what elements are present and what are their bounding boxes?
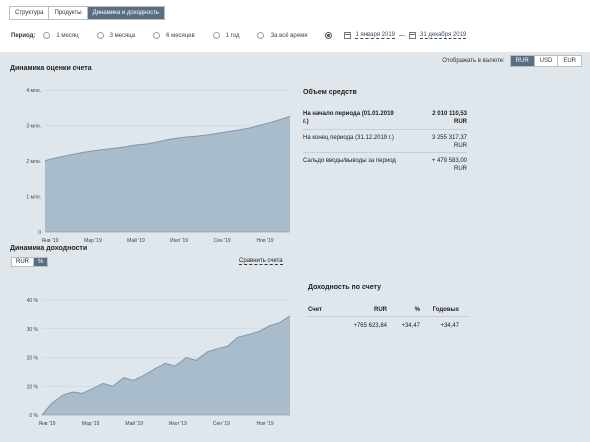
return-unit-toggle: RUR % bbox=[11, 257, 49, 267]
funds-start-row: На начало периода (01.01.2019 г.) 2 010 … bbox=[303, 111, 467, 125]
returns-table: Счет RUR % Годовых +765 623,84 +34,47 +3… bbox=[308, 307, 468, 329]
x-tick-label: Мар '19 bbox=[84, 238, 102, 244]
y-tick-label: 30 % bbox=[27, 327, 39, 333]
x-tick-label: Сен '19 bbox=[213, 238, 230, 244]
series-area bbox=[45, 116, 290, 232]
x-tick-label: Май '19 bbox=[125, 420, 143, 427]
currency-rur-button[interactable]: RUR bbox=[510, 56, 535, 66]
y-tick-label: 0 % bbox=[29, 413, 38, 419]
y-tick-label: 20 % bbox=[27, 356, 39, 362]
date-from-link[interactable]: 1 января 2019 bbox=[355, 32, 396, 39]
returns-table-header: Счет RUR % Годовых bbox=[308, 307, 468, 317]
radio-icon bbox=[43, 32, 51, 39]
view-tabs: Структура Продукты Динамика и доходность bbox=[9, 6, 165, 20]
x-tick-label: Июл '19 bbox=[170, 238, 188, 244]
period-option-1y[interactable]: 1 год bbox=[212, 32, 239, 39]
period-option-1m[interactable]: 1 месяц bbox=[43, 32, 79, 39]
y-tick-label: 40 % bbox=[27, 298, 39, 304]
radio-icon bbox=[96, 32, 104, 39]
funds-title: Объем средств bbox=[303, 89, 357, 96]
value-chart: 0 1 млн. 2 млн. 3 млн. 4 млн. Янв '19 Мар '19 М… bbox=[26, 88, 290, 244]
radio-selected-icon bbox=[325, 32, 333, 39]
y-tick-label: 2 млн. bbox=[26, 159, 41, 165]
y-tick-label: 0 bbox=[38, 230, 41, 236]
funds-end-row: На конец периода (31.12.2019 г.) 3 255 3… bbox=[303, 135, 467, 149]
tab-structure[interactable]: Структура bbox=[10, 7, 50, 19]
x-tick-label: Янв '19 bbox=[42, 238, 59, 244]
funds-balance-row: Сальдо вводы/выводы за период + 479 583,… bbox=[303, 158, 467, 172]
radio-icon bbox=[153, 32, 161, 39]
x-tick-label: Ноя '19 bbox=[256, 421, 273, 427]
y-tick-label: 1 млн. bbox=[26, 195, 41, 201]
y-tick-label: 3 млн. bbox=[26, 124, 41, 130]
currency-switch: Отображать в валюте: RUR USD EUR bbox=[442, 55, 582, 67]
divider bbox=[303, 129, 467, 130]
calendar-icon[interactable] bbox=[409, 32, 417, 39]
y-tick-label: 4 млн. bbox=[26, 88, 41, 94]
period-option-all[interactable]: За всё время bbox=[257, 32, 307, 39]
y-tick-label: 10 % bbox=[27, 384, 39, 390]
divider bbox=[303, 152, 467, 153]
compare-accounts-link[interactable]: Сравнить счета bbox=[239, 258, 283, 265]
x-tick-label: Сен '19 bbox=[213, 421, 230, 427]
dynamics-panel: Отображать в валюте: RUR USD EUR Динамик… bbox=[0, 52, 590, 442]
returns-title: Доходность по счету bbox=[308, 284, 382, 291]
return-chart: 0 % 10 % 20 % 30 % 40 % Янв '19 Мар '19 Май '19… bbox=[27, 298, 291, 427]
x-tick-label: Янв '19 bbox=[39, 421, 56, 427]
date-to-link[interactable]: 31 декабря 2019 bbox=[420, 32, 467, 39]
period-selector: Период: 1 месяц 3 месяца 6 месяцев 1 год… bbox=[11, 32, 470, 39]
date-separator: — bbox=[399, 32, 406, 39]
period-option-custom[interactable] bbox=[325, 32, 338, 39]
tab-dynamics[interactable]: Динамика и доходность bbox=[87, 7, 164, 19]
currency-eur-button[interactable]: EUR bbox=[558, 56, 581, 66]
series-area bbox=[42, 315, 290, 415]
x-tick-label: Ноя '19 bbox=[256, 238, 273, 244]
currency-label: Отображать в валюте: bbox=[442, 58, 505, 64]
x-tick-label: Июл '19 bbox=[169, 421, 187, 427]
period-option-6m[interactable]: 6 месяцев bbox=[153, 32, 195, 39]
x-tick-label: Май '19 bbox=[127, 237, 145, 244]
toggle-percent-button[interactable]: % bbox=[34, 258, 48, 266]
toggle-rur-button[interactable]: RUR bbox=[12, 258, 34, 266]
period-label: Период: bbox=[11, 32, 36, 39]
value-chart-title: Динамика оценки счета bbox=[10, 65, 92, 72]
radio-icon bbox=[257, 32, 265, 39]
tab-products[interactable]: Продукты bbox=[49, 7, 88, 19]
radio-icon bbox=[212, 32, 220, 39]
period-option-3m[interactable]: 3 месяца bbox=[96, 32, 135, 39]
x-tick-label: Мар '19 bbox=[82, 421, 100, 427]
table-row: +765 623,84 +34,47 +34,47 bbox=[353, 323, 459, 329]
calendar-icon[interactable] bbox=[344, 32, 352, 39]
currency-usd-button[interactable]: USD bbox=[534, 56, 559, 66]
return-chart-title: Динамика доходности bbox=[10, 245, 88, 252]
